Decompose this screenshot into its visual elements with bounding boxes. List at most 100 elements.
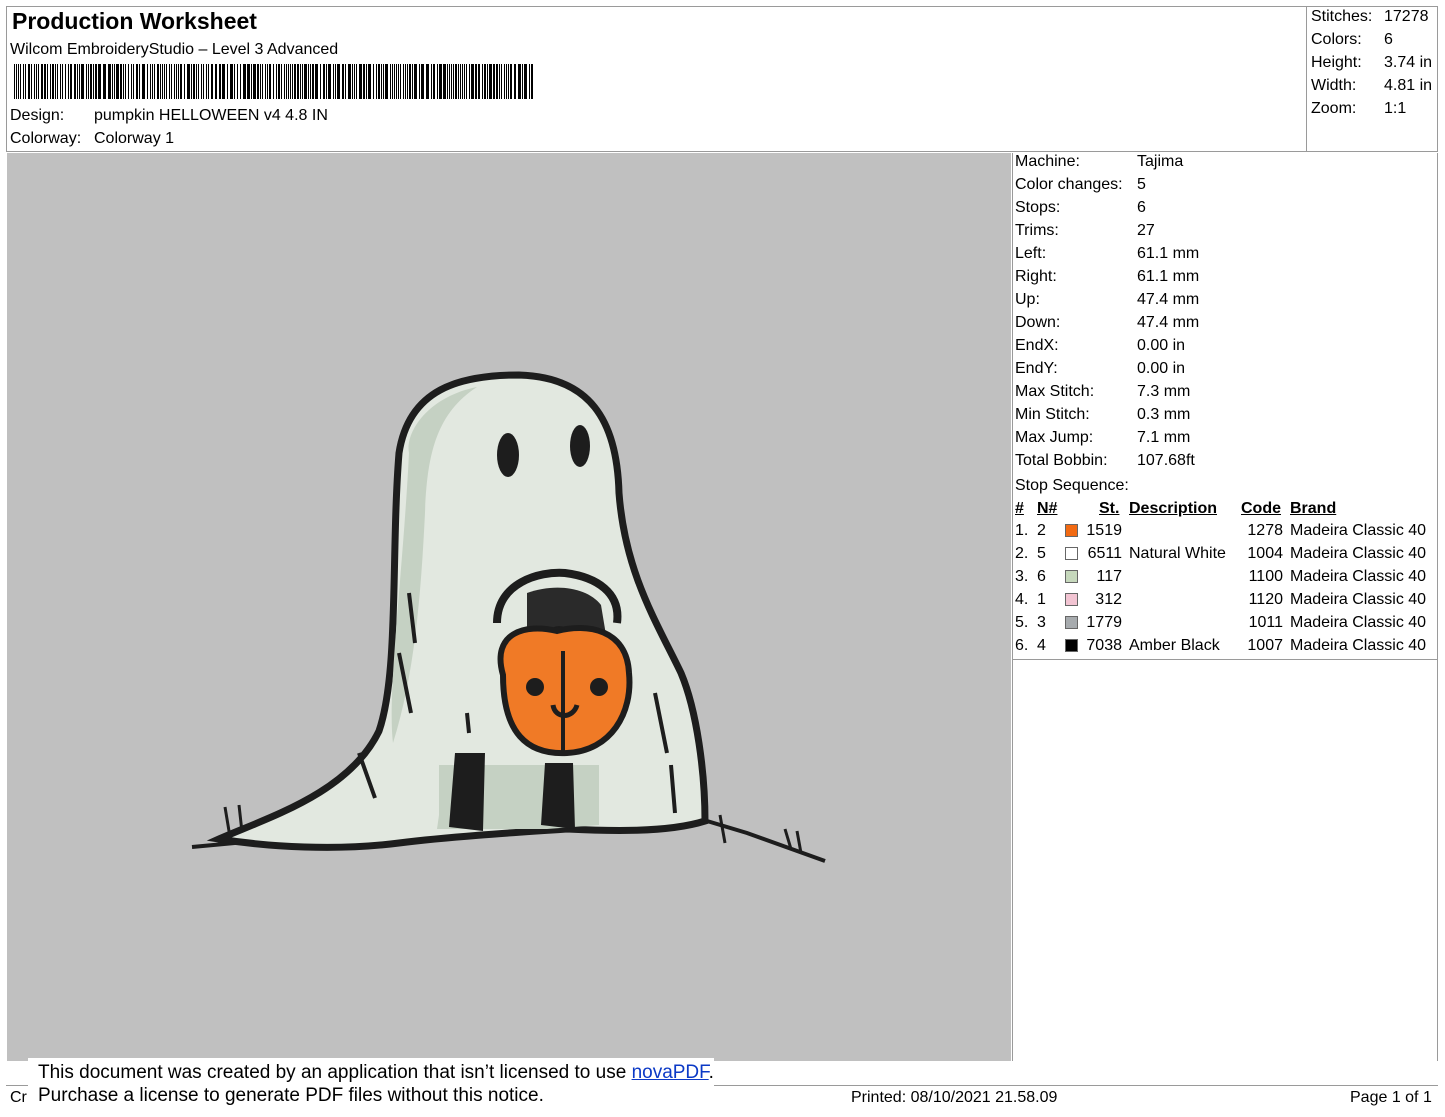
barcode-bar <box>368 64 371 99</box>
barcode-bar <box>407 64 408 99</box>
stop-cell-needle: 4 <box>1037 637 1046 654</box>
stop-cell-description: Amber Black <box>1129 637 1220 654</box>
barcode-bar <box>501 64 502 99</box>
barcode-bar <box>16 64 17 99</box>
barcode-bar <box>265 64 266 99</box>
barcode-bar <box>50 64 51 99</box>
barcode-bar <box>378 64 380 99</box>
barcode-bar <box>90 64 92 99</box>
summary-label-height: Height: <box>1311 54 1362 71</box>
info-label-max-stitch: Max Stitch: <box>1015 383 1095 400</box>
barcode-bar <box>103 64 106 99</box>
barcode-bar <box>455 64 457 99</box>
barcode-bar <box>31 64 32 99</box>
barcode-bar <box>222 64 225 99</box>
barcode-bar <box>184 64 185 99</box>
info-value-trims: 27 <box>1137 222 1155 239</box>
summary-label-stitches: Stitches: <box>1311 8 1373 25</box>
barcode-bar <box>288 64 289 99</box>
barcode-bar <box>326 64 327 99</box>
barcode-bar <box>154 64 155 99</box>
barcode-bar <box>164 64 165 99</box>
stop-cell-code: 1007 <box>1247 637 1283 654</box>
barcode-bar <box>203 64 204 99</box>
barcode-bar <box>414 64 417 99</box>
info-value-left: 61.1 mm <box>1137 245 1200 262</box>
barcode-bar <box>499 64 500 99</box>
column-header-needle: N# <box>1037 500 1058 517</box>
barcode-bar <box>267 64 268 99</box>
column-header-num: # <box>1015 500 1024 517</box>
barcode-bar <box>484 64 486 99</box>
barcode-bar <box>166 64 167 99</box>
barcode-bar <box>237 64 238 99</box>
stop-cell-brand: Madeira Classic 40 <box>1290 545 1427 562</box>
barcode-bar <box>269 64 271 99</box>
summary-value-zoom: 1:1 <box>1384 100 1407 117</box>
barcode-bar <box>421 64 424 99</box>
barcode-bar <box>359 64 362 99</box>
column-header-brand: Brand <box>1290 500 1337 517</box>
barcode-bar <box>112 64 113 99</box>
info-label-min-stitch: Min Stitch: <box>1015 406 1090 423</box>
barcode-bar <box>348 64 351 99</box>
stop-cell-code: 1120 <box>1248 591 1283 608</box>
barcode-bar <box>251 64 252 99</box>
barcode-bar <box>412 64 413 99</box>
barcode-bar <box>496 64 498 99</box>
barcode-bar <box>394 64 395 99</box>
column-header-stitches: St. <box>1099 500 1120 517</box>
barcode-bar <box>390 64 391 99</box>
barcode-bar <box>508 64 509 99</box>
barcode-bar <box>392 64 393 99</box>
stop-cell-num: 3. <box>1015 568 1029 585</box>
barcode-bar <box>160 64 161 99</box>
barcode-bar <box>458 64 459 99</box>
barcode-bar <box>20 64 21 99</box>
barcode-bar <box>469 64 470 99</box>
info-value-max-stitch: 7.3 mm <box>1137 383 1191 400</box>
novapdf-link[interactable]: novaPDF <box>632 1062 709 1083</box>
barcode-bar <box>284 64 285 99</box>
notice-line-2: Purchase a license to generate PDF files… <box>38 1085 544 1106</box>
barcode-bar <box>437 64 438 99</box>
stop-cell-brand: Madeira Classic 40 <box>1290 591 1427 608</box>
notice-prefix: This document was created by an applicat… <box>38 1062 632 1083</box>
barcode-bar <box>308 64 309 99</box>
barcode-bar <box>426 64 429 99</box>
stop-cell-st: 1779 <box>1086 614 1122 631</box>
barcode-bar <box>52 64 54 99</box>
barcode-bar <box>471 64 474 99</box>
barcode-bar <box>302 64 303 99</box>
stop-cell-num: 6. <box>1015 637 1029 654</box>
colorway-label: Colorway: <box>10 130 82 147</box>
notice-line-1: This document was created by an applicat… <box>38 1061 714 1084</box>
barcode-bar <box>120 64 122 99</box>
barcode-bar <box>128 64 129 99</box>
barcode-bar <box>385 64 388 99</box>
info-label-trims: Trims: <box>1015 222 1059 239</box>
barcode-bar <box>133 64 134 99</box>
barcode-bar <box>333 64 334 99</box>
table-divider <box>1012 659 1438 660</box>
info-value-up: 47.4 mm <box>1137 291 1200 308</box>
barcode-bar <box>240 64 241 99</box>
barcode-bar <box>38 64 39 99</box>
summary-value-stitches: 17278 <box>1384 8 1429 25</box>
summary-label-zoom: Zoom: <box>1311 100 1357 117</box>
color-swatch <box>1065 524 1078 537</box>
stop-cell-st: 1519 <box>1086 522 1122 539</box>
barcode-bar <box>383 64 384 99</box>
barcode-bar <box>79 64 80 99</box>
barcode-bar <box>292 64 293 99</box>
barcode-bar <box>304 64 307 99</box>
barcode-bar <box>25 64 26 99</box>
barcode-bar <box>142 64 145 99</box>
barcode-bar <box>230 64 233 99</box>
stop-cell-num: 2. <box>1015 545 1029 562</box>
barcode-bar <box>276 64 277 99</box>
info-label-left: Left: <box>1015 245 1047 262</box>
barcode-bar <box>278 64 280 99</box>
stop-cell-needle: 1 <box>1037 591 1046 608</box>
barcode-bar <box>381 64 382 99</box>
